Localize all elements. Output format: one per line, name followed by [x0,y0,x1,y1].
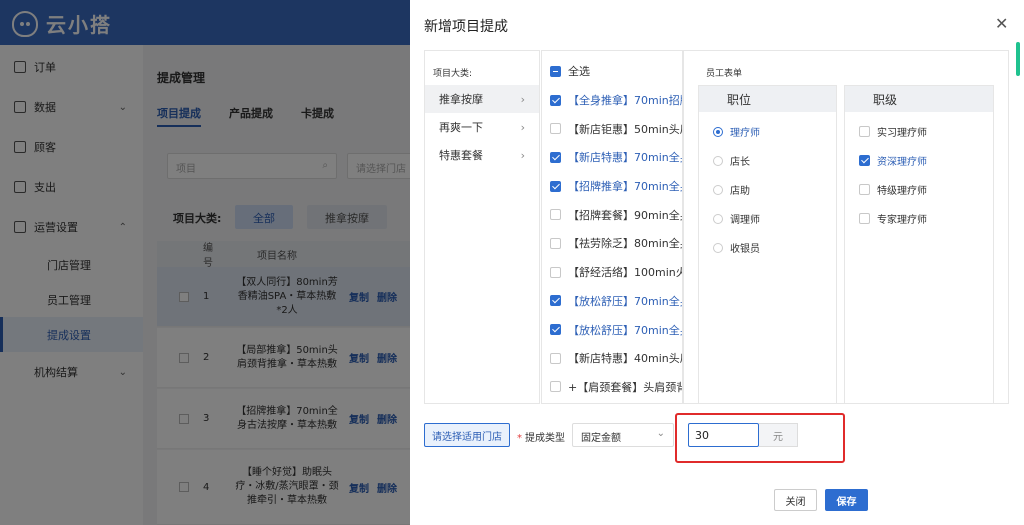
item-checkbox-row[interactable]: +【肩颈套餐】头肩颈背按 [542,373,682,402]
radio-unselected-icon [713,213,723,224]
unchecked-checkbox-icon [550,352,561,364]
add-commission-modal: 新增项目提成 ✕ 项目大类: 推拿按摩 › 再爽一下 › 特惠套餐 › 全选 【全身推… [410,0,1024,525]
chevron-right-icon: › [520,120,525,134]
item-checkbox-row[interactable]: 【新店特惠】40min头肩颈 [542,344,682,373]
position-radio-row[interactable]: 店长 [699,146,836,175]
item-checkbox-row[interactable]: 【招牌套餐】90min全身推拿 [542,200,682,229]
category-item[interactable]: 推拿按摩 › [425,85,539,113]
item-checkbox-row[interactable]: 【舒经活络】100min火山石 [542,258,682,287]
radio-unselected-icon [713,155,723,166]
item-panel: 全选 【全身推拿】70min招牌古法【新店钜惠】50min头肩颈背【新店特惠】7… [541,50,683,404]
category-header: 项目大类: [433,69,473,79]
unchecked-checkbox-icon [859,213,870,224]
staff-panel: 员工表单 职位 理疗师 店长 店助 调理师 收银员 职级 实习理疗师 资深理疗师 特级理疗师… [683,50,1009,404]
checked-checkbox-icon [859,155,870,166]
position-header: 职位 [699,86,836,112]
modal-title: 新增项目提成 [424,19,508,35]
category-item[interactable]: 再爽一下 › [425,113,539,141]
chevron-right-icon: › [520,92,525,106]
radio-unselected-icon [713,242,723,253]
item-checkbox-row[interactable]: 【祛劳除乏】80min全身艾灸 [542,229,682,258]
item-checkbox-row[interactable]: 【放松舒压】70min全身推拿 [542,315,682,344]
scrollbar[interactable] [1016,42,1020,76]
unchecked-checkbox-icon [550,123,561,135]
close-button[interactable]: 关闭 [774,489,817,511]
unit-label: 元 [759,423,798,447]
unchecked-checkbox-icon [550,266,561,278]
commission-type-select[interactable]: 固定金额 ⌄ [572,423,674,447]
chevron-right-icon: › [520,148,525,162]
unchecked-checkbox-icon [859,126,870,137]
select-store-button[interactable]: 请选择适用门店 [424,423,510,447]
level-checkbox-row[interactable]: 特级理疗师 [845,175,993,204]
select-all-checkbox[interactable]: 全选 [542,57,682,86]
amount-input[interactable] [688,423,759,447]
commission-type-label: * 提成类型 [517,433,565,444]
unchecked-checkbox-icon [859,184,870,195]
close-icon[interactable]: ✕ [995,14,1008,33]
position-radio-row[interactable]: 理疗师 [699,117,836,146]
item-checkbox-row[interactable]: 【新店特惠】70min全身推拿 [542,143,682,172]
save-button[interactable]: 保存 [825,489,868,511]
position-radio-row[interactable]: 收银员 [699,233,836,262]
unchecked-checkbox-icon [550,209,561,221]
item-list: 【全身推拿】70min招牌古法【新店钜惠】50min头肩颈背【新店特惠】70mi… [542,86,682,402]
unchecked-checkbox-icon [550,381,561,393]
level-checkbox-row[interactable]: 资深理疗师 [845,146,993,175]
item-checkbox-row[interactable]: 【招牌推拿】70min全身古法 [542,172,682,201]
level-checkbox-row[interactable]: 专家理疗师 [845,204,993,233]
category-panel: 项目大类: 推拿按摩 › 再爽一下 › 特惠套餐 › [424,50,540,404]
item-checkbox-row[interactable]: 【全身推拿】70min招牌古法 [542,86,682,115]
checked-checkbox-icon [550,94,561,106]
indeterminate-checkbox-icon [550,65,561,77]
checked-checkbox-icon [550,151,561,163]
item-checkbox-row[interactable]: 【放松舒压】70min全身推拿 [542,287,682,316]
radio-unselected-icon [713,184,723,195]
level-header: 职级 [845,86,993,112]
category-item[interactable]: 特惠套餐 › [425,141,539,169]
level-list: 职级 实习理疗师 资深理疗师 特级理疗师 专家理疗师 [844,85,994,403]
position-radio-row[interactable]: 调理师 [699,204,836,233]
chevron-down-icon: ⌄ [656,428,665,439]
staff-header: 员工表单 [706,69,743,79]
level-checkbox-row[interactable]: 实习理疗师 [845,117,993,146]
checked-checkbox-icon [550,295,561,307]
item-checkbox-row[interactable]: 【新店钜惠】50min头肩颈背 [542,114,682,143]
unchecked-checkbox-icon [550,237,561,249]
radio-selected-icon [713,126,723,137]
checked-checkbox-icon [550,180,561,192]
position-list: 职位 理疗师 店长 店助 调理师 收银员 [698,85,837,403]
checked-checkbox-icon [550,324,561,336]
position-radio-row[interactable]: 店助 [699,175,836,204]
